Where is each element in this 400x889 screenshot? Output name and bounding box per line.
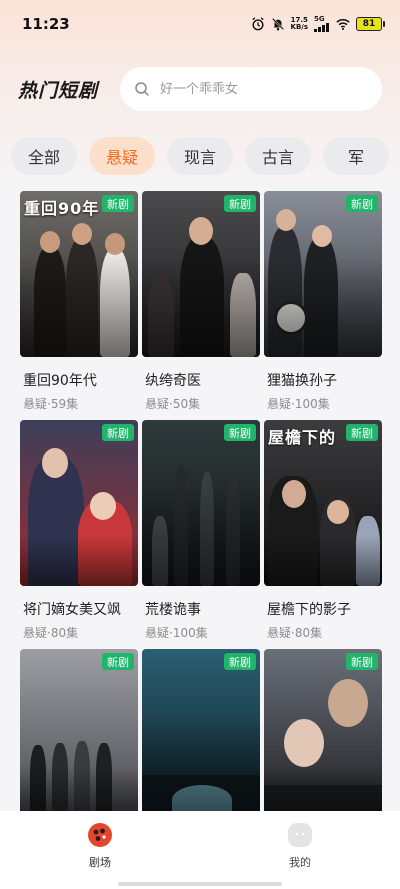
new-badge: 新剧: [102, 195, 134, 212]
tab-suspense[interactable]: 悬疑: [89, 137, 155, 175]
drama-cover[interactable]: 屋檐下的 新剧: [264, 420, 382, 586]
status-bar: 11:23 17.5 KB/s 5G 81: [0, 0, 400, 48]
drama-card[interactable]: 重回90年 新剧 重回90年代 悬疑·59集: [20, 191, 138, 412]
status-time: 11:23: [22, 15, 70, 33]
net-speed-unit: KB/s: [290, 23, 308, 31]
profile-icon: [288, 823, 312, 847]
search-bar[interactable]: [120, 67, 382, 111]
tab-military[interactable]: 军: [323, 137, 389, 175]
bottom-tab-bar: 剧场 我的: [0, 811, 400, 889]
battery-indicator: 81: [356, 17, 385, 31]
drama-meta: 悬疑·59集: [23, 397, 79, 411]
tab-ancient-romance[interactable]: 古言: [245, 137, 311, 175]
drama-card[interactable]: 新剧 将门嫡女美又飒 悬疑·80集: [20, 420, 138, 641]
new-badge: 新剧: [346, 195, 378, 212]
cover-title-text: 重回90年: [24, 199, 100, 218]
home-indicator[interactable]: [118, 882, 282, 886]
drama-card[interactable]: 新剧: [20, 649, 138, 815]
drama-card[interactable]: 屋檐下的 新剧 屋檐下的影子 悬疑·80集: [264, 420, 382, 641]
drama-meta: 悬疑·100集: [267, 397, 330, 411]
drama-title: 荒楼诡事: [145, 602, 201, 618]
new-badge: 新剧: [346, 653, 378, 670]
drama-title: 屋檐下的影子: [267, 602, 351, 618]
alarm-icon: [251, 17, 264, 31]
new-badge: 新剧: [224, 653, 256, 670]
network-type: 5G: [314, 15, 325, 23]
new-badge: 新剧: [346, 424, 378, 441]
drama-card[interactable]: 新剧 纨绔奇医 悬疑·50集: [142, 191, 260, 412]
header: 热门短剧: [0, 62, 400, 116]
theater-icon: [88, 823, 112, 847]
drama-title: 将门嫡女美又飒: [23, 602, 121, 618]
tab-mine-label: 我的: [289, 856, 311, 869]
drama-meta: 悬疑·100集: [145, 626, 208, 640]
drama-card[interactable]: 新剧: [264, 649, 382, 815]
drama-cover[interactable]: 新剧: [20, 649, 138, 815]
tab-mine[interactable]: 我的: [200, 811, 400, 889]
tab-theater[interactable]: 剧场: [0, 811, 200, 889]
drama-title: 纨绔奇医: [145, 373, 201, 389]
search-icon: [135, 82, 149, 96]
new-badge: 新剧: [102, 424, 134, 441]
wifi-icon: [336, 18, 350, 30]
page-title: 热门短剧: [18, 79, 99, 102]
drama-cover[interactable]: 新剧: [142, 649, 260, 815]
drama-cover[interactable]: 重回90年 新剧: [20, 191, 138, 357]
new-badge: 新剧: [102, 653, 134, 670]
drama-cover[interactable]: 新剧: [264, 191, 382, 357]
new-badge: 新剧: [224, 195, 256, 212]
drama-meta: 悬疑·50集: [145, 397, 201, 411]
status-icons: 17.5 KB/s 5G 81: [251, 16, 385, 32]
drama-cover[interactable]: 新剧: [20, 420, 138, 586]
search-input[interactable]: [160, 81, 360, 97]
drama-title: 重回90年代: [23, 373, 97, 389]
cell-signal: 5G: [314, 16, 330, 32]
net-speed: 17.5 KB/s: [291, 17, 308, 31]
drama-meta: 悬疑·80集: [23, 626, 79, 640]
drama-cover[interactable]: 新剧: [142, 191, 260, 357]
drama-meta: 悬疑·80集: [267, 626, 323, 640]
drama-cover[interactable]: 新剧: [142, 420, 260, 586]
tab-modern-romance[interactable]: 现言: [167, 137, 233, 175]
cover-title-text: 屋檐下的: [268, 428, 337, 447]
drama-card[interactable]: 新剧 荒楼诡事 悬疑·100集: [142, 420, 260, 641]
mute-bell-icon: [271, 18, 284, 31]
drama-cover[interactable]: 新剧: [264, 649, 382, 815]
drama-title: 狸猫换孙子: [267, 373, 337, 389]
drama-card[interactable]: 新剧: [142, 649, 260, 815]
cell-signal-icon: [314, 23, 329, 32]
new-badge: 新剧: [224, 424, 256, 441]
drama-grid: 重回90年 新剧 重回90年代 悬疑·59集 新剧 纨绔奇医 悬疑·50集 新剧…: [20, 191, 382, 815]
tab-all[interactable]: 全部: [11, 137, 77, 175]
category-tabs: 全部 悬疑 现言 古言 军: [0, 136, 400, 176]
tab-theater-label: 剧场: [89, 856, 111, 869]
drama-card[interactable]: 新剧 狸猫换孙子 悬疑·100集: [264, 191, 382, 412]
